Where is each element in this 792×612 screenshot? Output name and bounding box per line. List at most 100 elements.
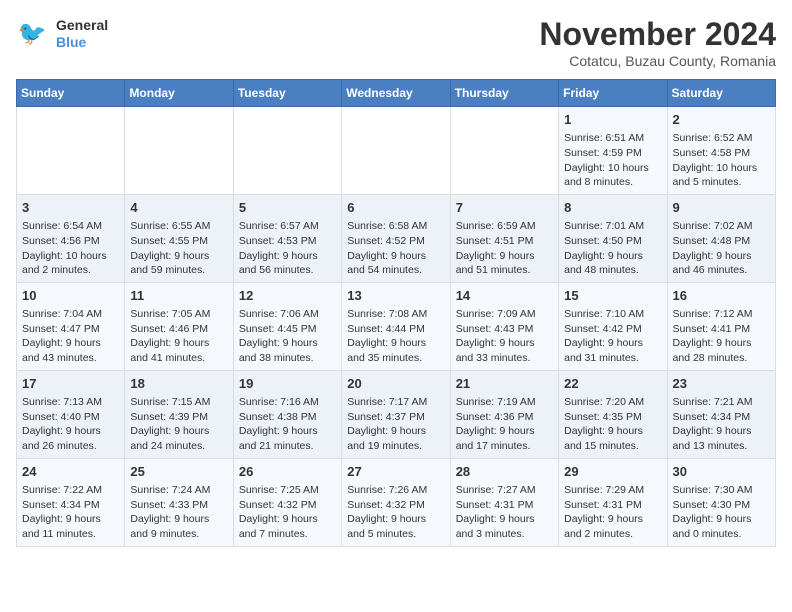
calendar-cell xyxy=(17,107,125,195)
day-info: Sunrise: 6:54 AMSunset: 4:56 PMDaylight:… xyxy=(22,219,119,278)
day-number: 29 xyxy=(564,463,661,481)
day-number: 10 xyxy=(22,287,119,305)
day-number: 2 xyxy=(673,111,770,129)
calendar-cell: 5Sunrise: 6:57 AMSunset: 4:53 PMDaylight… xyxy=(233,194,341,282)
day-number: 3 xyxy=(22,199,119,217)
calendar-week-row: 24 Sunrise: 7:22 AMSunset: 4:34 PMDayligh… xyxy=(17,458,776,546)
day-number: 20 xyxy=(347,375,444,393)
logo-text: General Blue xyxy=(56,17,108,51)
weekday-header-cell: Friday xyxy=(559,80,667,107)
day-number: 18 xyxy=(130,375,227,393)
weekday-header-cell: Wednesday xyxy=(342,80,450,107)
calendar-body: 1Sunrise: 6:51 AMSunset: 4:59 PMDaylight… xyxy=(17,107,776,547)
day-info: Sunrise: 7:15 AMSunset: 4:39 PMDaylight:… xyxy=(130,395,227,454)
day-info: Sunrise: 7:22 AMSunset: 4:34 PMDaylight:… xyxy=(22,483,119,542)
day-info: Sunrise: 6:51 AMSunset: 4:59 PMDaylight:… xyxy=(564,131,661,190)
calendar-cell: 18 Sunrise: 7:15 AMSunset: 4:39 PMDayligh… xyxy=(125,370,233,458)
day-number: 25 xyxy=(130,463,227,481)
day-info: Sunrise: 7:24 AMSunset: 4:33 PMDaylight:… xyxy=(130,483,227,542)
day-number: 19 xyxy=(239,375,336,393)
day-number: 4 xyxy=(130,199,227,217)
day-info: Sunrise: 7:29 AMSunset: 4:31 PMDaylight:… xyxy=(564,483,661,542)
month-title: November 2024 xyxy=(539,16,776,53)
day-info: Sunrise: 7:30 AMSunset: 4:30 PMDaylight:… xyxy=(673,483,770,542)
calendar-cell: 29 Sunrise: 7:29 AMSunset: 4:31 PMDayligh… xyxy=(559,458,667,546)
day-number: 12 xyxy=(239,287,336,305)
day-info: Sunrise: 6:55 AMSunset: 4:55 PMDaylight:… xyxy=(130,219,227,278)
calendar-cell xyxy=(125,107,233,195)
calendar-cell: 30 Sunrise: 7:30 AMSunset: 4:30 PMDayligh… xyxy=(667,458,775,546)
calendar-cell: 8 Sunrise: 7:01 AMSunset: 4:50 PMDaylight… xyxy=(559,194,667,282)
calendar-cell: 23Sunrise: 7:21 AMSunset: 4:34 PMDayligh… xyxy=(667,370,775,458)
day-info: Sunrise: 7:27 AMSunset: 4:31 PMDaylight:… xyxy=(456,483,553,542)
calendar-cell: 9 Sunrise: 7:02 AMSunset: 4:48 PMDaylight… xyxy=(667,194,775,282)
calendar-week-row: 1Sunrise: 6:51 AMSunset: 4:59 PMDaylight… xyxy=(17,107,776,195)
day-info: Sunrise: 7:20 AMSunset: 4:35 PMDaylight:… xyxy=(564,395,661,454)
day-info: Sunrise: 7:08 AMSunset: 4:44 PMDaylight:… xyxy=(347,307,444,366)
logo: 🐦 General Blue xyxy=(16,16,108,52)
day-number: 7 xyxy=(456,199,553,217)
day-number: 6 xyxy=(347,199,444,217)
calendar-cell: 24 Sunrise: 7:22 AMSunset: 4:34 PMDayligh… xyxy=(17,458,125,546)
calendar-cell: 20Sunrise: 7:17 AMSunset: 4:37 PMDayligh… xyxy=(342,370,450,458)
day-number: 27 xyxy=(347,463,444,481)
calendar-table: SundayMondayTuesdayWednesdayThursdayFrid… xyxy=(16,79,776,547)
day-info: Sunrise: 7:13 AMSunset: 4:40 PMDaylight:… xyxy=(22,395,119,454)
calendar-cell: 2 Sunrise: 6:52 AMSunset: 4:58 PMDaylight… xyxy=(667,107,775,195)
weekday-header-cell: Tuesday xyxy=(233,80,341,107)
day-number: 13 xyxy=(347,287,444,305)
day-number: 21 xyxy=(456,375,553,393)
day-info: Sunrise: 7:21 AMSunset: 4:34 PMDaylight:… xyxy=(673,395,770,454)
calendar-cell: 4 Sunrise: 6:55 AMSunset: 4:55 PMDaylight… xyxy=(125,194,233,282)
day-number: 15 xyxy=(564,287,661,305)
calendar-cell: 13 Sunrise: 7:08 AMSunset: 4:44 PMDayligh… xyxy=(342,282,450,370)
calendar-cell: 16 Sunrise: 7:12 AMSunset: 4:41 PMDayligh… xyxy=(667,282,775,370)
day-info: Sunrise: 7:16 AMSunset: 4:38 PMDaylight:… xyxy=(239,395,336,454)
day-number: 11 xyxy=(130,287,227,305)
day-number: 9 xyxy=(673,199,770,217)
calendar-cell xyxy=(342,107,450,195)
day-info: Sunrise: 7:12 AMSunset: 4:41 PMDaylight:… xyxy=(673,307,770,366)
calendar-cell xyxy=(233,107,341,195)
day-number: 24 xyxy=(22,463,119,481)
calendar-cell: 27 Sunrise: 7:26 AMSunset: 4:32 PMDayligh… xyxy=(342,458,450,546)
day-number: 16 xyxy=(673,287,770,305)
calendar-cell: 12Sunrise: 7:06 AMSunset: 4:45 PMDayligh… xyxy=(233,282,341,370)
calendar-cell: 10Sunrise: 7:04 AMSunset: 4:47 PMDayligh… xyxy=(17,282,125,370)
day-info: Sunrise: 7:01 AMSunset: 4:50 PMDaylight:… xyxy=(564,219,661,278)
calendar-cell: 11 Sunrise: 7:05 AMSunset: 4:46 PMDayligh… xyxy=(125,282,233,370)
calendar-cell: 26 Sunrise: 7:25 AMSunset: 4:32 PMDayligh… xyxy=(233,458,341,546)
calendar-cell: 3 Sunrise: 6:54 AMSunset: 4:56 PMDaylight… xyxy=(17,194,125,282)
day-info: Sunrise: 7:05 AMSunset: 4:46 PMDaylight:… xyxy=(130,307,227,366)
day-info: Sunrise: 6:52 AMSunset: 4:58 PMDaylight:… xyxy=(673,131,770,190)
calendar-cell: 1Sunrise: 6:51 AMSunset: 4:59 PMDaylight… xyxy=(559,107,667,195)
weekday-header-cell: Thursday xyxy=(450,80,558,107)
weekday-header-cell: Monday xyxy=(125,80,233,107)
day-info: Sunrise: 7:26 AMSunset: 4:32 PMDaylight:… xyxy=(347,483,444,542)
calendar-cell: 21 Sunrise: 7:19 AMSunset: 4:36 PMDayligh… xyxy=(450,370,558,458)
weekday-header-row: SundayMondayTuesdayWednesdayThursdayFrid… xyxy=(17,80,776,107)
day-number: 26 xyxy=(239,463,336,481)
day-info: Sunrise: 6:58 AMSunset: 4:52 PMDaylight:… xyxy=(347,219,444,278)
calendar-cell: 15 Sunrise: 7:10 AMSunset: 4:42 PMDayligh… xyxy=(559,282,667,370)
day-number: 14 xyxy=(456,287,553,305)
weekday-header-cell: Sunday xyxy=(17,80,125,107)
logo-icon: 🐦 xyxy=(16,16,52,52)
calendar-cell: 6 Sunrise: 6:58 AMSunset: 4:52 PMDaylight… xyxy=(342,194,450,282)
day-info: Sunrise: 7:02 AMSunset: 4:48 PMDaylight:… xyxy=(673,219,770,278)
day-info: Sunrise: 7:09 AMSunset: 4:43 PMDaylight:… xyxy=(456,307,553,366)
page-header: 🐦 General Blue November 2024 Cotatcu, Bu… xyxy=(16,16,776,69)
day-number: 30 xyxy=(673,463,770,481)
svg-text:🐦: 🐦 xyxy=(18,20,47,46)
calendar-cell: 22Sunrise: 7:20 AMSunset: 4:35 PMDayligh… xyxy=(559,370,667,458)
day-info: Sunrise: 7:10 AMSunset: 4:42 PMDaylight:… xyxy=(564,307,661,366)
day-number: 8 xyxy=(564,199,661,217)
calendar-cell: 14 Sunrise: 7:09 AMSunset: 4:43 PMDayligh… xyxy=(450,282,558,370)
day-info: Sunrise: 6:57 AMSunset: 4:53 PMDaylight:… xyxy=(239,219,336,278)
calendar-week-row: 3 Sunrise: 6:54 AMSunset: 4:56 PMDaylight… xyxy=(17,194,776,282)
weekday-header-cell: Saturday xyxy=(667,80,775,107)
day-number: 17 xyxy=(22,375,119,393)
day-info: Sunrise: 7:19 AMSunset: 4:36 PMDaylight:… xyxy=(456,395,553,454)
location: Cotatcu, Buzau County, Romania xyxy=(539,53,776,69)
day-info: Sunrise: 7:25 AMSunset: 4:32 PMDaylight:… xyxy=(239,483,336,542)
